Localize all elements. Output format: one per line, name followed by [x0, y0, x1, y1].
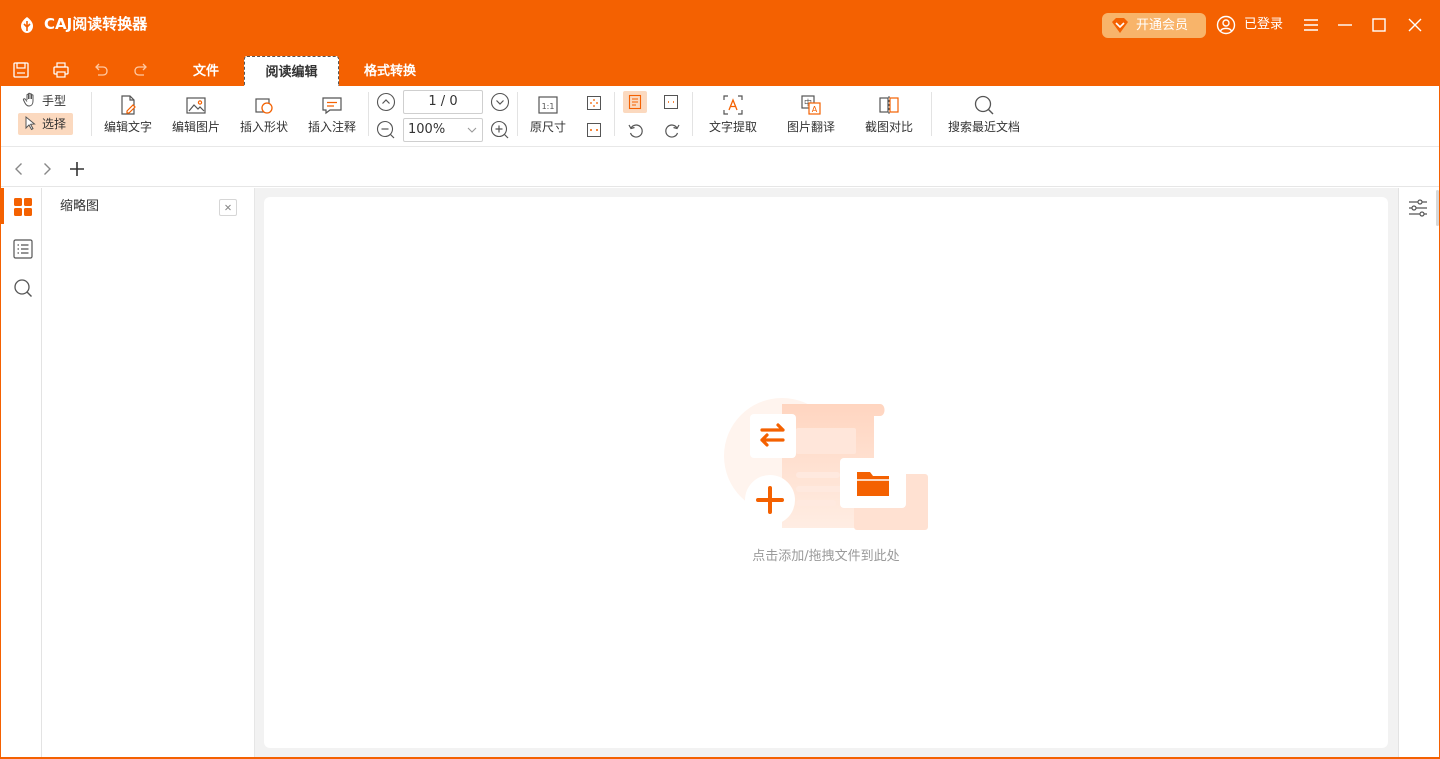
right-rail [1398, 188, 1440, 759]
rotate-left-button[interactable] [623, 119, 647, 141]
original-size-label: 原尺寸 [529, 120, 566, 134]
settings-sliders-icon[interactable] [1407, 197, 1429, 219]
login-status[interactable]: 已登录 [1244, 15, 1283, 35]
close-icon [225, 204, 231, 211]
search-panel-icon[interactable] [12, 277, 34, 299]
minimize-icon[interactable] [1335, 14, 1355, 36]
original-size-icon: 1:1 [538, 96, 558, 114]
edit-text-button[interactable]: 编辑文字 [100, 92, 156, 140]
single-page-icon [628, 94, 642, 110]
screenshot-compare-button[interactable]: 截图对比 [858, 92, 920, 140]
select-tool-label: 选择 [42, 117, 67, 131]
cursor-arrow-icon [25, 115, 36, 131]
screenshot-compare-label: 截图对比 [864, 120, 913, 134]
insert-note-icon [322, 97, 342, 115]
vip-label: 开通会员 [1136, 18, 1189, 33]
screenshot-compare-icon [879, 96, 899, 114]
search-recent-button[interactable]: 搜索最近文档 [944, 92, 1024, 140]
tab-format-convert[interactable]: 格式转换 [350, 56, 430, 86]
single-page-view-button[interactable] [623, 91, 647, 113]
save-icon[interactable] [12, 61, 30, 79]
svg-text:1:1: 1:1 [542, 102, 555, 111]
left-rail [0, 188, 42, 759]
fit-width-icon [587, 123, 601, 137]
edit-text-label: 编辑文字 [103, 120, 152, 134]
undo-icon[interactable] [92, 61, 110, 79]
next-page-icon[interactable] [490, 92, 510, 112]
tab-file[interactable]: 文件 [176, 56, 236, 86]
fit-page-icon [587, 96, 601, 110]
text-extract-label: 文字提取 [708, 120, 757, 134]
insert-note-button[interactable]: 插入注释 [304, 92, 360, 140]
ribbon-separator [931, 92, 932, 136]
outline-list-icon[interactable] [12, 238, 34, 260]
fit-page-button[interactable] [582, 92, 606, 114]
page-number-input[interactable]: 1 / 0 [403, 90, 483, 114]
image-translate-label: 图片翻译 [786, 120, 835, 134]
previous-page-icon[interactable] [376, 92, 396, 112]
fit-width-button[interactable] [582, 119, 606, 141]
insert-shape-label: 插入形状 [239, 120, 288, 134]
ribbon-separator [692, 92, 693, 136]
insert-note-label: 插入注释 [307, 120, 356, 134]
title-bar: CAJ阅读转换器 开通会员 已登录 文件 阅读编辑 格式转换 [0, 0, 1440, 86]
ribbon-separator [91, 92, 92, 136]
edit-text-icon [121, 95, 136, 115]
search-icon [974, 95, 994, 115]
hand-icon [22, 92, 34, 107]
diamond-heart-icon [1112, 18, 1128, 33]
app-title: CAJ阅读转换器 [44, 15, 148, 33]
zoom-out-icon[interactable] [376, 120, 396, 140]
rotate-right-icon [665, 124, 680, 138]
user-icon[interactable] [1216, 15, 1236, 35]
document-tab-bar [0, 148, 1440, 187]
ribbon-separator [517, 92, 518, 136]
panel-close-button[interactable] [219, 199, 237, 216]
edit-image-button[interactable]: 编辑图片 [168, 92, 224, 140]
text-extract-button[interactable]: 文字提取 [702, 92, 764, 140]
empty-hint: 点击添加/拖拽文件到此处 [752, 549, 900, 564]
zoom-in-icon[interactable] [490, 120, 510, 140]
thumbnail-grid-icon[interactable] [12, 196, 34, 218]
zoom-select[interactable]: 100% [403, 118, 483, 142]
rotate-left-icon [628, 124, 643, 138]
svg-text:A: A [812, 105, 818, 114]
select-tool-button[interactable]: 选择 [18, 113, 73, 135]
zoom-value: 100% [408, 122, 446, 137]
double-page-view-button[interactable] [659, 91, 683, 113]
redo-icon[interactable] [132, 61, 150, 79]
hand-tool-button[interactable]: 手型 [18, 90, 76, 112]
rotate-right-button[interactable] [659, 119, 683, 141]
double-page-icon [664, 95, 678, 109]
chevron-down-icon [467, 127, 477, 133]
chevron-right-icon[interactable] [38, 160, 56, 178]
text-extract-icon [723, 95, 743, 115]
insert-shape-button[interactable]: 插入形状 [236, 92, 292, 140]
tab-read-edit[interactable]: 阅读编辑 [244, 56, 339, 86]
hand-tool-label: 手型 [42, 94, 67, 108]
edit-image-label: 编辑图片 [171, 120, 220, 134]
panel-title: 缩略图 [60, 199, 100, 214]
window-border [0, 86, 1, 759]
hamburger-menu-icon[interactable] [1301, 14, 1321, 36]
original-size-button[interactable]: 1:1 原尺寸 [524, 92, 572, 140]
chevron-left-icon[interactable] [10, 160, 28, 178]
ribbon-separator [368, 92, 369, 136]
thumbnail-panel [42, 188, 255, 759]
print-icon[interactable] [52, 61, 70, 79]
app-logo-icon [21, 17, 33, 33]
search-recent-label: 搜索最近文档 [947, 120, 1020, 134]
close-window-icon[interactable] [1405, 14, 1425, 36]
vip-button[interactable]: 开通会员 [1102, 13, 1206, 38]
insert-shape-icon [255, 98, 273, 114]
add-file-illustration-icon[interactable] [722, 396, 932, 538]
image-translate-button[interactable]: 中 A 图片翻译 [780, 92, 842, 140]
maximize-icon[interactable] [1369, 14, 1389, 36]
ribbon-separator [614, 92, 615, 136]
add-tab-icon[interactable] [68, 160, 86, 178]
edit-image-icon [186, 97, 206, 114]
image-translate-icon: 中 A [801, 95, 821, 115]
